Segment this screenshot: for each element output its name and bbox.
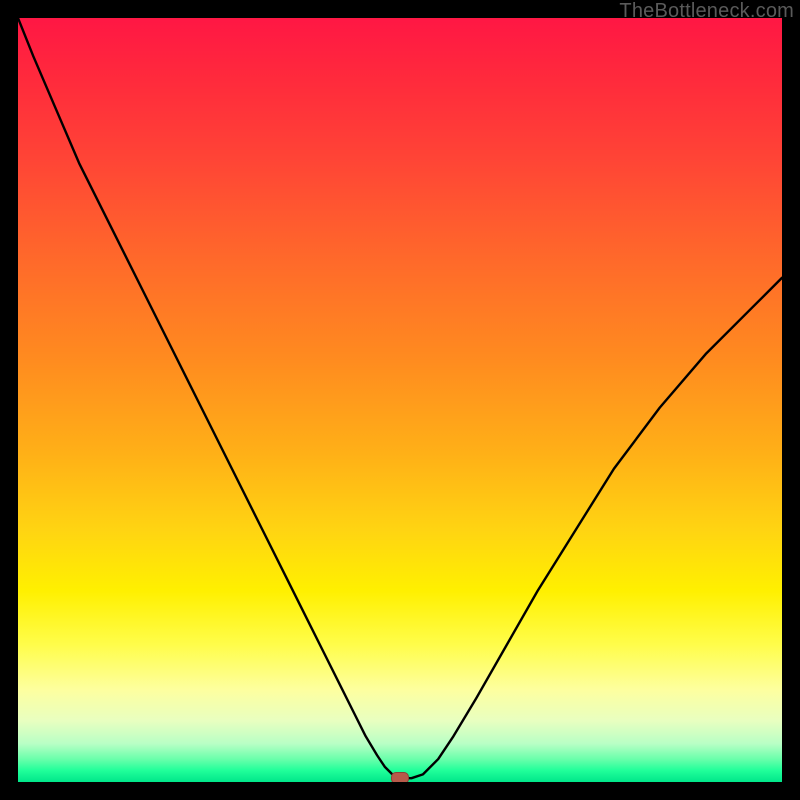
curve-svg xyxy=(18,18,782,782)
optimal-point-marker xyxy=(391,772,409,782)
chart-frame: TheBottleneck.com xyxy=(0,0,800,800)
plot-area xyxy=(18,18,782,782)
bottleneck-curve xyxy=(18,18,782,778)
